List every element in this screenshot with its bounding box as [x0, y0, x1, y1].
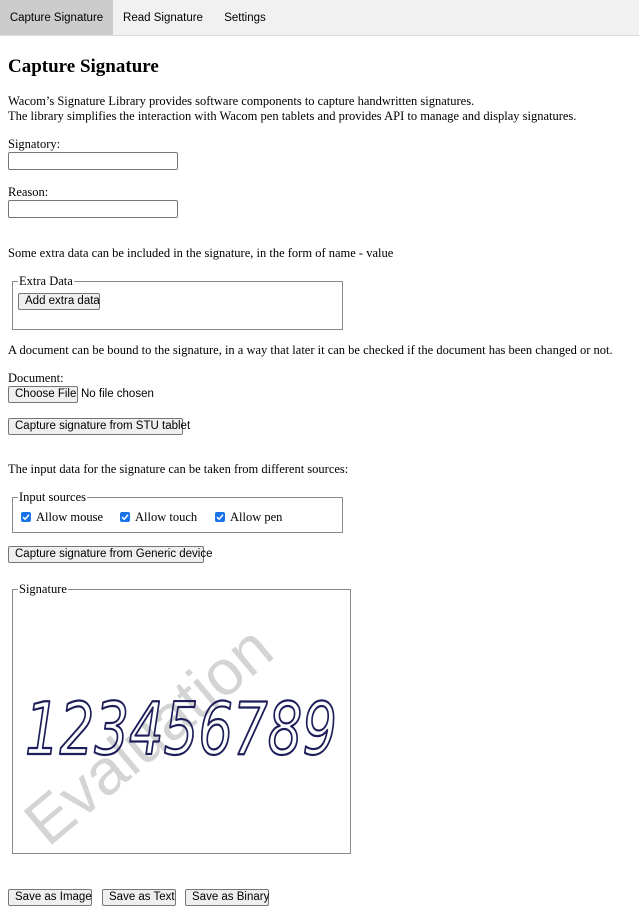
tab-capture-signature[interactable]: Capture Signature: [0, 0, 113, 35]
allow-touch-label: Allow touch: [135, 510, 198, 524]
document-description: A document can be bound to the signature…: [8, 343, 613, 357]
save-as-text-button[interactable]: Save as Text: [102, 889, 176, 906]
allow-mouse-checkbox[interactable]: [21, 512, 31, 522]
tab-read-signature[interactable]: Read Signature: [113, 0, 213, 35]
allow-pen-label: Allow pen: [230, 510, 283, 524]
signature-handwriting: 123456789: [25, 687, 337, 771]
capture-stu-button[interactable]: Capture signature from STU tablet: [8, 418, 190, 435]
intro-line-1: Wacom’s Signature Library provides softw…: [8, 94, 475, 108]
save-as-binary-button[interactable]: Save as Binary: [185, 889, 269, 906]
signatory-label: Signatory:: [8, 137, 61, 151]
capture-generic-button[interactable]: Capture signature from Generic device: [8, 546, 213, 563]
add-extra-data-button[interactable]: Add extra data: [18, 293, 100, 310]
allow-touch-checkbox[interactable]: [120, 512, 130, 522]
checkmark-icon: [121, 514, 129, 521]
signature-canvas: Evaluation 123456789: [13, 611, 338, 853]
tab-bar: Capture Signature Read Signature Setting…: [0, 0, 639, 36]
intro-line-2: The library simplifies the interaction w…: [8, 109, 577, 123]
document-label: Document:: [8, 371, 64, 385]
save-as-image-button[interactable]: Save as Image: [8, 889, 92, 906]
allow-pen-checkbox[interactable]: [215, 512, 225, 522]
signature-fieldset: Evaluation 123456789: [12, 589, 351, 854]
extra-data-legend: Extra Data: [18, 274, 74, 289]
page-title: Capture Signature: [8, 56, 159, 77]
extra-data-description: Some extra data can be included in the s…: [8, 246, 394, 260]
choose-file-button[interactable]: Choose File: [8, 386, 78, 403]
input-sources-description: The input data for the signature can be …: [8, 462, 349, 476]
tab-settings[interactable]: Settings: [213, 0, 277, 35]
reason-input[interactable]: [8, 200, 178, 218]
signature-legend: Signature: [18, 582, 68, 597]
reason-label: Reason:: [8, 185, 49, 199]
checkmark-icon: [216, 514, 224, 521]
input-sources-legend: Input sources: [18, 490, 87, 505]
signatory-input[interactable]: [8, 152, 178, 170]
file-status: No file chosen: [81, 388, 154, 400]
checkmark-icon: [22, 514, 30, 521]
allow-mouse-label: Allow mouse: [36, 510, 104, 524]
